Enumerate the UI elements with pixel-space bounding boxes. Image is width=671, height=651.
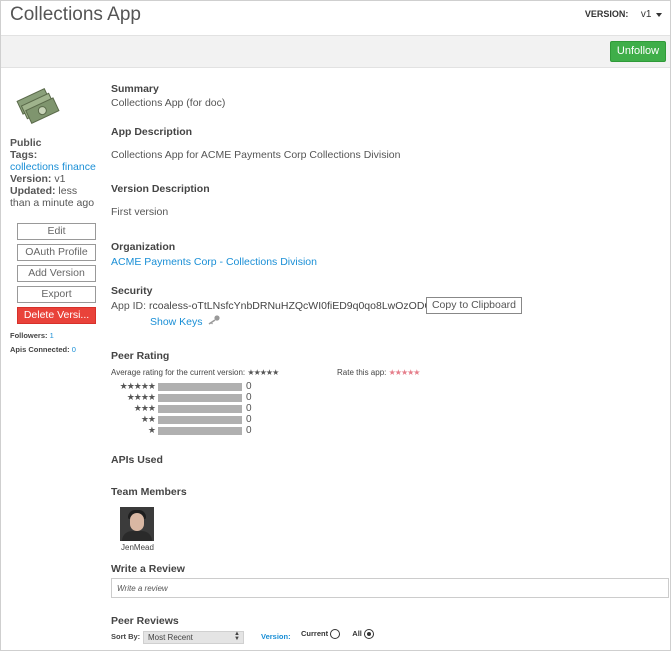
rating-stars: ★★: [140, 414, 156, 424]
tags-link[interactable]: collections finance: [10, 161, 100, 173]
followers-count[interactable]: 1: [50, 331, 54, 340]
edit-button[interactable]: Edit: [17, 223, 96, 240]
summary-heading: Summary: [111, 83, 159, 95]
page-title: Collections App: [10, 4, 141, 25]
version-description-text: First version: [111, 206, 169, 218]
all-radio[interactable]: [363, 629, 374, 640]
rating-row: ★★★★★ 0: [111, 381, 261, 392]
rating-bar: [158, 427, 242, 435]
rating-row: ★★ 0: [111, 414, 261, 425]
avatar[interactable]: [120, 507, 154, 541]
rating-row: ★★★ 0: [111, 403, 261, 414]
copy-to-clipboard-button[interactable]: Copy to Clipboard: [426, 297, 522, 314]
app-description-heading: App Description: [111, 126, 193, 138]
review-input[interactable]: Write a review: [111, 578, 669, 598]
visibility-text: Public: [10, 137, 42, 149]
version-filter-label: Version:: [261, 632, 291, 641]
updated-label: Updated:: [10, 185, 56, 197]
rating-bar: [158, 416, 242, 424]
key-icon: [208, 315, 220, 325]
rating-stars: ★★★★★: [119, 381, 156, 391]
apis-connected-count[interactable]: 0: [72, 345, 76, 354]
current-radio[interactable]: [330, 629, 341, 640]
app-header: Collections App VERSION: v1: [1, 1, 670, 35]
summary-text: Collections App (for doc): [111, 97, 226, 109]
rating-bar: [158, 383, 242, 391]
money-icon: [16, 88, 60, 124]
add-version-button[interactable]: Add Version: [17, 265, 96, 282]
version-description-heading: Version Description: [111, 183, 210, 195]
rating-row: ★ 0: [111, 425, 261, 436]
all-label: All: [352, 629, 362, 638]
write-review-heading: Write a Review: [111, 563, 185, 575]
version-meta-label: Version:: [10, 173, 52, 185]
rating-bar: [158, 405, 242, 413]
peer-reviews-heading: Peer Reviews: [111, 615, 179, 627]
toolbar: Unfollow: [1, 35, 670, 68]
rating-count: 0: [246, 381, 252, 392]
rating-stars: ★★★★: [126, 392, 156, 402]
version-label: VERSION:: [584, 9, 629, 19]
rating-stars: ★★★: [133, 403, 156, 413]
team-member-name[interactable]: JenMead: [121, 543, 154, 552]
version-value: v1: [640, 9, 652, 20]
sort-by-label: Sort By:: [111, 632, 141, 641]
rate-app-stars[interactable]: ★★★★★: [389, 368, 421, 377]
apis-connected-label: Apis Connected:: [10, 345, 70, 354]
oauth-profile-button[interactable]: OAuth Profile: [17, 244, 96, 261]
team-members-heading: Team Members: [111, 486, 187, 498]
rating-count: 0: [246, 392, 252, 403]
unfollow-button[interactable]: Unfollow: [610, 41, 666, 62]
followers-label: Followers:: [10, 331, 48, 340]
rating-count: 0: [246, 425, 252, 436]
rating-row: ★★★★ 0: [111, 392, 261, 403]
average-rating-stars: ★★★★★: [247, 368, 279, 377]
show-keys-link[interactable]: Show Keys: [150, 316, 203, 328]
delete-version-button[interactable]: Delete Versi...: [17, 307, 96, 324]
app-meta: Public Tags: collections finance Version…: [10, 137, 100, 209]
current-label: Current: [301, 629, 329, 638]
rating-bar: [158, 394, 242, 402]
rating-stars: ★: [147, 425, 156, 435]
rating-count: 0: [246, 403, 252, 414]
average-rating: Average rating for the current version: …: [111, 368, 279, 377]
action-buttons: Edit OAuth Profile Add Version Export De…: [17, 223, 96, 328]
sort-value: Most Recent: [148, 633, 193, 642]
organization-heading: Organization: [111, 241, 176, 253]
version-meta-value: v1: [54, 173, 66, 185]
rating-count: 0: [246, 414, 252, 425]
app-description-text: Collections App for ACME Payments Corp C…: [111, 149, 401, 161]
tags-label: Tags:: [10, 149, 38, 161]
stats: Followers: 1 Apis Connected: 0: [10, 329, 76, 357]
app-id-value: rcoaless-oTtLNsfcYnbDRNuHZQcWI0fiED9q0qo…: [149, 300, 435, 312]
security-heading: Security: [111, 285, 153, 297]
average-rating-label: Average rating for the current version:: [111, 368, 246, 377]
rate-this-app: Rate this app: ★★★★★: [337, 368, 421, 377]
rate-app-label: Rate this app:: [337, 368, 387, 377]
chevron-down-icon: [656, 12, 662, 17]
version-selector[interactable]: VERSION: v1: [585, 9, 662, 20]
apis-used-heading: APIs Used: [111, 454, 163, 466]
sort-arrows-icon: ▲ ▼: [234, 631, 240, 642]
sort-select[interactable]: Most Recent ▲ ▼: [143, 631, 244, 644]
organization-link[interactable]: ACME Payments Corp - Collections Divisio…: [111, 256, 317, 268]
export-button[interactable]: Export: [17, 286, 96, 303]
version-filter: Current All: [301, 629, 374, 640]
peer-rating-heading: Peer Rating: [111, 350, 170, 362]
app-id-label: App ID:: [111, 300, 147, 312]
